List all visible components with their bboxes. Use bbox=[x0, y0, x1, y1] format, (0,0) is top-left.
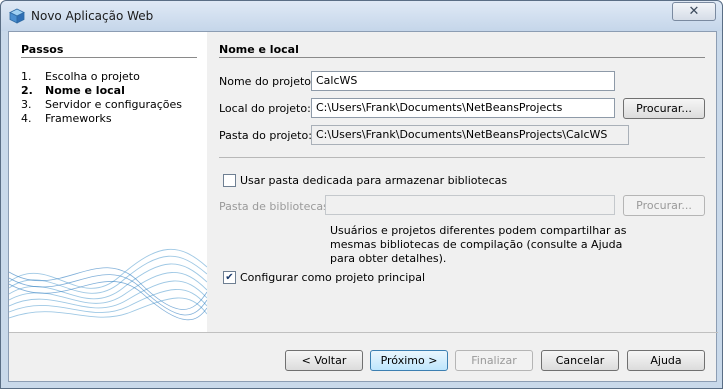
libraries-help-text: Usuários e projetos diferentes podem com… bbox=[330, 224, 627, 265]
dedicated-folder-checkbox[interactable] bbox=[223, 174, 236, 187]
separator bbox=[219, 157, 705, 158]
project-folder-label: Pasta do projeto: bbox=[219, 129, 312, 142]
footer-divider bbox=[9, 332, 718, 333]
checkmark-icon: ✔ bbox=[225, 272, 234, 283]
step-label: Frameworks bbox=[45, 112, 112, 125]
netbeans-cube-icon bbox=[9, 8, 25, 24]
main-project-label[interactable]: Configurar como projeto principal bbox=[240, 271, 425, 284]
section-title: Nome e local bbox=[219, 43, 299, 56]
project-location-label: Local do projeto: bbox=[219, 102, 311, 115]
section-divider bbox=[219, 57, 705, 58]
close-button[interactable]: ✕ bbox=[672, 2, 716, 21]
project-folder-field: C:\Users\Frank\Documents\NetBeansProject… bbox=[311, 125, 629, 145]
step-item: 3. Servidor e configurações bbox=[21, 98, 183, 111]
title-bar[interactable]: Novo Aplicação Web ✕ bbox=[1, 1, 722, 31]
window-title: Novo Aplicação Web bbox=[31, 9, 154, 23]
step-item: 4. Frameworks bbox=[21, 112, 112, 125]
step-label: Servidor e configurações bbox=[45, 98, 183, 111]
steps-divider bbox=[21, 57, 197, 58]
browse-libraries-button[interactable]: Procurar... bbox=[623, 195, 705, 216]
step-item: 1. Escolha o projeto bbox=[21, 70, 140, 83]
step-item-current: 2. Nome e local bbox=[21, 84, 125, 97]
back-button[interactable]: < Voltar bbox=[285, 350, 363, 371]
libraries-folder-input[interactable] bbox=[325, 195, 615, 215]
decorative-waves-image bbox=[9, 248, 207, 321]
project-location-input[interactable]: C:\Users\Frank\Documents\NetBeansProject… bbox=[311, 98, 615, 118]
steps-panel: Passos 1. Escolha o projeto 2. Nome e loca… bbox=[9, 32, 207, 332]
wizard-window: Novo Aplicação Web ✕ Passos 1. Escolha o … bbox=[0, 0, 723, 389]
project-name-label: Nome do projeto: bbox=[219, 75, 315, 88]
step-label: Escolha o projeto bbox=[45, 70, 140, 83]
help-button[interactable]: Ajuda bbox=[627, 350, 705, 371]
dedicated-folder-label[interactable]: Usar pasta dedicada para armazenar bibli… bbox=[240, 174, 507, 187]
wizard-body: Passos 1. Escolha o projeto 2. Nome e loca… bbox=[8, 31, 718, 382]
content-panel: Nome e local Nome do projeto: CalcWS Loc… bbox=[207, 32, 718, 332]
next-button[interactable]: Próximo > bbox=[370, 350, 448, 371]
project-name-input[interactable]: CalcWS bbox=[311, 71, 615, 91]
main-project-checkbox[interactable]: ✔ bbox=[223, 271, 236, 284]
browse-location-button[interactable]: Procurar... bbox=[623, 98, 705, 119]
libraries-folder-label: Pasta de bibliotecas: bbox=[219, 200, 333, 213]
step-label: Nome e local bbox=[45, 84, 125, 97]
close-icon: ✕ bbox=[688, 4, 700, 19]
steps-title: Passos bbox=[21, 43, 64, 56]
steps-list: 1. Escolha o projeto 2. Nome e local 3. Ser… bbox=[21, 70, 182, 126]
cancel-button[interactable]: Cancelar bbox=[541, 350, 619, 371]
finish-button[interactable]: Finalizar bbox=[455, 350, 533, 371]
